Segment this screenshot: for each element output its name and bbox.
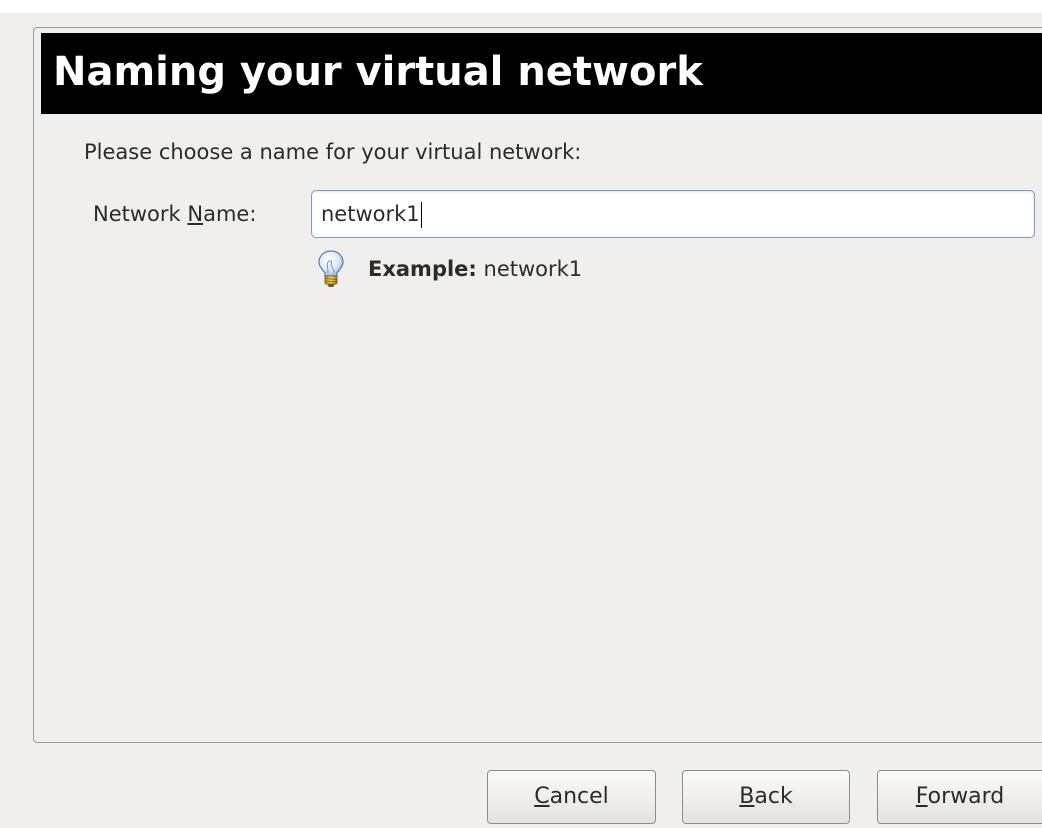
back-button[interactable]: Back: [682, 770, 850, 824]
network-name-label-prefix: Network: [93, 202, 188, 226]
network-name-input-value-wrap: network1: [321, 200, 422, 228]
cancel-button-mnemonic: C: [534, 784, 550, 809]
cancel-button[interactable]: Cancel: [487, 770, 656, 824]
lightbulb-icon: [318, 250, 344, 287]
example-hint-key: Example:: [368, 257, 477, 281]
network-name-value: network1: [321, 202, 420, 226]
network-wizard-page: Naming your virtual network Please choos…: [0, 0, 1042, 828]
cancel-button-label: ancel: [549, 784, 609, 809]
forward-button[interactable]: Forward: [877, 770, 1042, 824]
back-button-label: ack: [754, 784, 793, 809]
wizard-frame: [33, 27, 1042, 743]
top-strip: [0, 0, 1042, 13]
network-name-input[interactable]: network1: [311, 190, 1035, 238]
example-hint: Example: network1: [368, 255, 582, 283]
network-name-label: Network Name:: [93, 200, 256, 228]
text-caret: [420, 202, 422, 228]
example-hint-value: network1: [476, 257, 583, 281]
page-title: Naming your virtual network: [53, 49, 703, 95]
back-button-mnemonic: B: [739, 784, 755, 809]
network-name-label-mnemonic: N: [187, 202, 204, 226]
forward-button-mnemonic: F: [915, 784, 928, 809]
instruction-text: Please choose a name for your virtual ne…: [84, 140, 582, 164]
forward-button-label: orward: [927, 784, 1005, 809]
wizard-header: Naming your virtual network: [41, 33, 1042, 114]
network-name-label-suffix: ame:: [203, 202, 257, 226]
